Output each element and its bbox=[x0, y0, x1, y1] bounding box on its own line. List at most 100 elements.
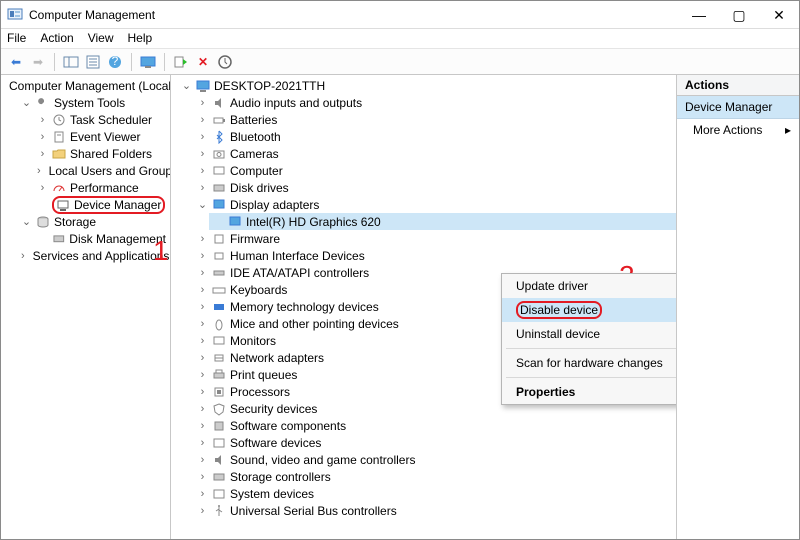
device-label: System devices bbox=[230, 487, 314, 501]
menu-help[interactable]: Help bbox=[128, 31, 153, 46]
dev-softdev[interactable]: ›Software devices bbox=[193, 434, 676, 451]
tool-scan-button[interactable] bbox=[172, 53, 190, 71]
expand-icon[interactable]: › bbox=[197, 471, 208, 483]
tree-shared-folders[interactable]: › Shared Folders bbox=[33, 145, 170, 162]
expand-icon[interactable]: › bbox=[37, 148, 48, 160]
dev-intel-hd-620[interactable]: Intel(R) HD Graphics 620 bbox=[209, 213, 676, 230]
collapse-icon[interactable]: ⌄ bbox=[21, 96, 32, 109]
tool-properties-button[interactable] bbox=[84, 53, 102, 71]
actions-selection[interactable]: Device Manager bbox=[677, 96, 799, 119]
expand-icon[interactable]: › bbox=[197, 148, 208, 160]
dev-bluetooth[interactable]: ›Bluetooth bbox=[193, 128, 676, 145]
dev-display-adapters[interactable]: ⌄Display adapters bbox=[193, 196, 676, 213]
component-icon bbox=[212, 419, 226, 433]
device-label: DESKTOP-2021TTH bbox=[214, 79, 325, 93]
menu-file[interactable]: File bbox=[7, 31, 26, 46]
tool-show-hide-button[interactable] bbox=[62, 53, 80, 71]
ctx-properties[interactable]: Properties bbox=[502, 380, 677, 404]
expand-icon[interactable]: › bbox=[37, 182, 48, 194]
expand-icon[interactable]: › bbox=[197, 386, 208, 398]
minimize-button[interactable]: — bbox=[679, 1, 719, 29]
dev-computer[interactable]: ›Computer bbox=[193, 162, 676, 179]
computer-icon bbox=[212, 164, 226, 178]
collapse-icon[interactable]: ⌄ bbox=[181, 79, 192, 92]
device-label: Storage controllers bbox=[230, 470, 331, 484]
expand-icon[interactable]: › bbox=[197, 403, 208, 415]
expand-icon[interactable]: › bbox=[197, 437, 208, 449]
expand-icon[interactable]: › bbox=[197, 335, 208, 347]
tree-local-users[interactable]: ›Local Users and Groups bbox=[33, 162, 170, 179]
dev-batteries[interactable]: › Batteries bbox=[193, 111, 676, 128]
expand-icon[interactable]: › bbox=[197, 233, 208, 245]
expand-icon[interactable]: › bbox=[197, 352, 208, 364]
dev-system-devices[interactable]: › System devices bbox=[193, 485, 676, 502]
nav-fwd-button[interactable]: ➡ bbox=[29, 53, 47, 71]
tree-task-scheduler[interactable]: ›Task Scheduler bbox=[33, 111, 170, 128]
dev-firmware[interactable]: ›Firmware bbox=[193, 230, 676, 247]
tree-disk-mgmt[interactable]: Disk Management bbox=[33, 230, 170, 247]
tool-update-button[interactable] bbox=[216, 53, 234, 71]
tree-root-compmgmt[interactable]: Computer Management (Local bbox=[1, 77, 170, 94]
collapse-icon[interactable]: ⌄ bbox=[197, 198, 208, 211]
expand-icon[interactable]: › bbox=[197, 284, 208, 296]
separator bbox=[164, 53, 165, 71]
actions-more[interactable]: More Actions ▸ bbox=[677, 119, 799, 141]
device-label: Monitors bbox=[230, 334, 276, 348]
expand-icon[interactable]: › bbox=[197, 165, 208, 177]
expand-icon[interactable]: › bbox=[197, 505, 208, 517]
expand-icon[interactable]: › bbox=[197, 267, 208, 279]
tool-delete-icon[interactable]: ✕ bbox=[194, 53, 212, 71]
tool-monitor-button[interactable] bbox=[139, 53, 157, 71]
ctx-scan-hardware[interactable]: Scan for hardware changes bbox=[502, 351, 677, 375]
dev-storage-ctrl[interactable]: › Storage controllers bbox=[193, 468, 676, 485]
tree-label: Shared Folders bbox=[70, 147, 152, 161]
tree-performance[interactable]: ›Performance bbox=[33, 179, 170, 196]
expand-icon[interactable]: › bbox=[37, 114, 48, 126]
dev-hid[interactable]: ›Human Interface Devices bbox=[193, 247, 676, 264]
ctx-update-driver[interactable]: Update driver bbox=[502, 274, 677, 298]
expand-icon[interactable]: › bbox=[197, 114, 208, 126]
dev-audio[interactable]: › Audio inputs and outputs bbox=[193, 94, 676, 111]
expand-icon[interactable]: › bbox=[197, 131, 208, 143]
expand-icon[interactable]: › bbox=[197, 369, 208, 381]
dev-disk-drives[interactable]: ›Disk drives bbox=[193, 179, 676, 196]
ctx-disable-device[interactable]: Disable device bbox=[502, 298, 677, 322]
device-label: Network adapters bbox=[230, 351, 324, 365]
expand-icon[interactable]: › bbox=[197, 182, 208, 194]
expand-icon[interactable]: › bbox=[21, 250, 25, 262]
tree-storage[interactable]: ⌄ Storage bbox=[17, 213, 170, 230]
expand-icon[interactable]: › bbox=[197, 301, 208, 313]
dev-cameras[interactable]: › Cameras bbox=[193, 145, 676, 162]
tool-help-button[interactable]: ? bbox=[106, 53, 124, 71]
tree-device-manager[interactable]: Device Manager bbox=[33, 196, 170, 213]
menu-view[interactable]: View bbox=[88, 31, 114, 46]
close-button[interactable]: ✕ bbox=[759, 1, 799, 29]
expand-icon[interactable]: › bbox=[197, 454, 208, 466]
expand-icon[interactable]: › bbox=[197, 250, 208, 262]
tree-services-apps[interactable]: ›Services and Applications bbox=[17, 247, 170, 264]
dev-usb[interactable]: ›Universal Serial Bus controllers bbox=[193, 502, 676, 519]
tree-event-viewer[interactable]: ›Event Viewer bbox=[33, 128, 170, 145]
device-label: Audio inputs and outputs bbox=[230, 96, 362, 110]
expand-icon[interactable]: › bbox=[197, 318, 208, 330]
device-root[interactable]: ⌄ DESKTOP-2021TTH bbox=[177, 77, 676, 94]
expand-icon[interactable]: › bbox=[37, 165, 41, 177]
nav-back-button[interactable]: ⬅ bbox=[7, 53, 25, 71]
separator bbox=[506, 377, 676, 378]
ctx-uninstall-device[interactable]: Uninstall device bbox=[502, 322, 677, 346]
dev-softcomp[interactable]: ›Software components bbox=[193, 417, 676, 434]
menu-action[interactable]: Action bbox=[40, 31, 73, 46]
dev-sound[interactable]: ›Sound, video and game controllers bbox=[193, 451, 676, 468]
expand-icon[interactable]: › bbox=[197, 488, 208, 500]
tree-system-tools[interactable]: ⌄ System Tools bbox=[17, 94, 170, 111]
device-label: Batteries bbox=[230, 113, 277, 127]
expand-icon[interactable]: › bbox=[37, 131, 48, 143]
expand-icon[interactable]: › bbox=[197, 420, 208, 432]
collapse-icon[interactable]: ⌄ bbox=[21, 215, 32, 228]
device-label: Intel(R) HD Graphics 620 bbox=[246, 215, 381, 229]
expand-icon[interactable]: › bbox=[197, 97, 208, 109]
device-label: Cameras bbox=[230, 147, 279, 161]
chip-icon bbox=[212, 232, 226, 246]
maximize-button[interactable]: ▢ bbox=[719, 1, 759, 29]
device-icon bbox=[56, 198, 70, 212]
